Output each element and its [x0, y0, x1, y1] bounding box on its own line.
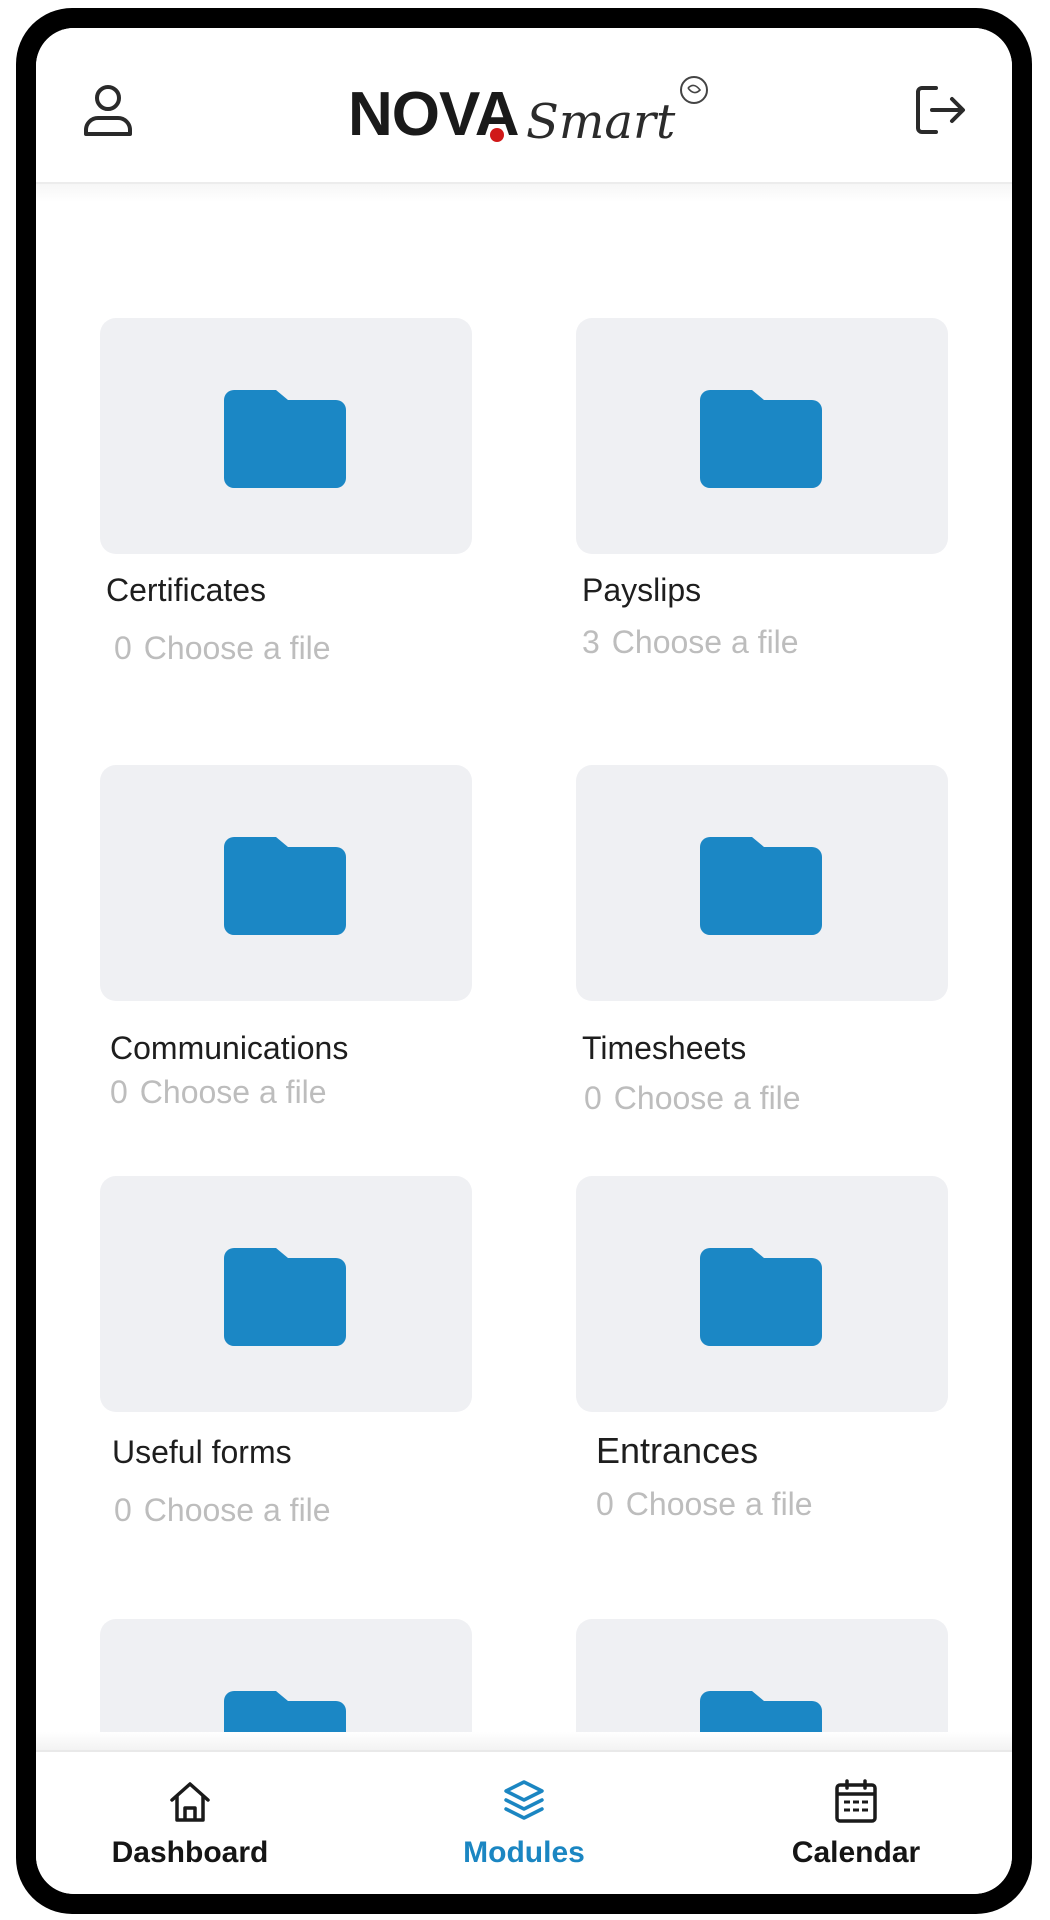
nav-item-modules[interactable]: Modules	[394, 1752, 654, 1894]
file-count: 0	[584, 1080, 602, 1116]
nav-label: Dashboard	[111, 1836, 269, 1869]
file-count: 0	[114, 1492, 132, 1528]
folder-subtitle[interactable]: 0 Choose a file	[596, 1486, 813, 1523]
logo-badge-icon	[680, 76, 708, 104]
user-icon[interactable]	[78, 80, 138, 140]
folder-card-timesheets[interactable]	[576, 765, 948, 1001]
folder-card-communications[interactable]	[100, 765, 472, 1001]
nav-label: Modules	[463, 1836, 585, 1869]
logout-icon[interactable]	[910, 80, 970, 140]
file-count: 0	[596, 1486, 614, 1522]
choose-file-link[interactable]: Choose a file	[144, 1492, 331, 1528]
folder-card-certificates[interactable]	[100, 318, 472, 554]
folder-icon	[224, 837, 346, 935]
folder-icon	[224, 390, 346, 488]
folder-title: Useful forms	[112, 1434, 292, 1470]
choose-file-link[interactable]: Choose a file	[614, 1080, 801, 1116]
app-header: NOVA Smart	[36, 28, 1012, 184]
folder-card-useful-forms[interactable]	[100, 1176, 472, 1412]
folder-subtitle[interactable]: 0 Choose a file	[584, 1080, 801, 1117]
folder-title: Communications	[110, 1030, 349, 1066]
nav-label: Calendar	[791, 1836, 921, 1869]
logo-red-dot	[490, 128, 504, 142]
file-count: 0	[114, 630, 132, 666]
choose-file-link[interactable]: Choose a file	[144, 630, 331, 666]
header-divider	[36, 184, 1012, 202]
folder-title: Timesheets	[582, 1030, 747, 1066]
app-screen: NOVA Smart Certificates 0 Choose a file P…	[36, 28, 1012, 1894]
nav-item-dashboard[interactable]: Dashboard	[60, 1752, 320, 1894]
folder-icon	[700, 1691, 822, 1732]
folder-icon	[700, 390, 822, 488]
folder-title: Certificates	[106, 572, 267, 608]
modules-grid: Certificates 0 Choose a file Payslips 3 Ch…	[36, 202, 1012, 1732]
folder-card-partial[interactable]	[576, 1619, 948, 1732]
folder-card-partial[interactable]	[100, 1619, 472, 1732]
bottom-nav-divider	[36, 1732, 1012, 1750]
folder-icon	[224, 1248, 346, 1346]
nav-item-calendar[interactable]: Calendar	[726, 1752, 986, 1894]
choose-file-link[interactable]: Choose a file	[626, 1486, 813, 1522]
folder-title: Entrances	[596, 1430, 759, 1471]
folder-icon	[700, 837, 822, 935]
folder-icon	[700, 1248, 822, 1346]
home-icon	[170, 1782, 210, 1822]
layers-icon	[504, 1780, 544, 1820]
file-count: 0	[110, 1074, 128, 1110]
folder-icon	[224, 1691, 346, 1732]
choose-file-link[interactable]: Choose a file	[140, 1074, 327, 1110]
folder-subtitle[interactable]: 3 Choose a file	[582, 624, 799, 661]
folder-subtitle[interactable]: 0 Choose a file	[114, 630, 331, 667]
folder-card-payslips[interactable]	[576, 318, 948, 554]
file-count: 3	[582, 624, 600, 660]
nova-smart-logo: NOVA Smart	[348, 70, 728, 160]
folder-subtitle[interactable]: 0 Choose a file	[110, 1074, 327, 1111]
folder-title: Payslips	[582, 572, 702, 608]
choose-file-link[interactable]: Choose a file	[612, 624, 799, 660]
logo-secondary-text: Smart	[526, 94, 676, 150]
folder-subtitle[interactable]: 0 Choose a file	[114, 1492, 331, 1529]
calendar-icon	[835, 1779, 877, 1823]
bottom-navigation: Dashboard Modules Calendar	[36, 1750, 1012, 1894]
folder-card-entrances[interactable]	[576, 1176, 948, 1412]
